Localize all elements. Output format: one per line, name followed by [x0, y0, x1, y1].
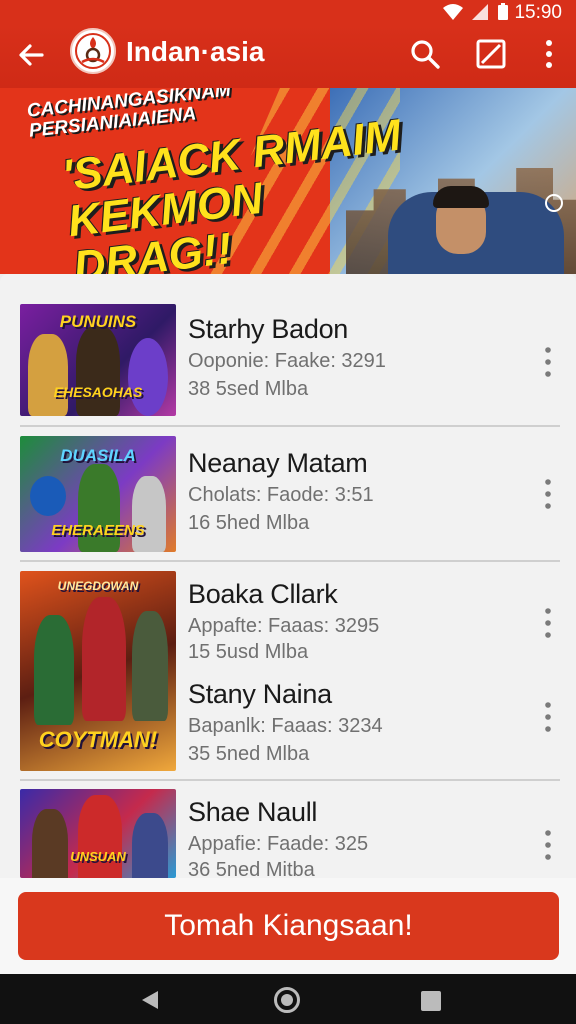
banner-headline: 'SAIACK RMAIM KEKMON DRAG!! [59, 110, 404, 274]
more-vert-icon[interactable] [540, 701, 556, 733]
bottom-action-bar: Tomah Kiangsaan! [0, 878, 576, 974]
thumbnail-subtitle: UNSUAN [70, 849, 126, 864]
item-detail: Appafie: Faade: 325 [188, 833, 369, 855]
nav-home-icon[interactable] [274, 987, 300, 1013]
divider [20, 425, 560, 427]
more-vert-icon[interactable] [540, 346, 556, 378]
divider [20, 779, 560, 781]
item-name: Neanay Matam [188, 448, 368, 478]
nav-recents-icon[interactable] [421, 991, 441, 1011]
banner-indicator-icon [545, 194, 563, 212]
app-logo [70, 28, 116, 74]
promo-banner[interactable]: CACHINANGASIKNAM PERSIANIAIAIENA 'SAIACK… [0, 88, 576, 274]
thumbnail-subtitle: EHERAEENS [51, 522, 145, 539]
item-meta: 15 5usd Mlba [188, 641, 309, 663]
status-icons [442, 3, 510, 21]
item-name: Stany Naina [188, 679, 332, 709]
logo-emblem-icon [75, 33, 111, 69]
item-name: Shae Naull [188, 797, 318, 827]
battery-icon [498, 3, 508, 20]
game-thumbnail: UNSUAN [20, 789, 176, 878]
item-detail: Ooponie: Faake: 3291 [188, 350, 386, 372]
nav-back-icon[interactable] [140, 990, 160, 1010]
item-meta: 36 5ned Mitba [188, 859, 315, 878]
banner-person-hair [433, 186, 489, 208]
item-detail: Bapanlk: Faaas: 3234 [188, 715, 383, 737]
thumbnail-title: UNEGDOWAN [57, 579, 139, 593]
search-icon[interactable] [407, 36, 443, 72]
item-meta: 35 5ned Mlba [188, 743, 310, 765]
thumbnail-subtitle: COYTMAN! [38, 727, 158, 752]
item-meta: 38 5sed Mlba [188, 378, 309, 400]
more-vert-icon[interactable] [531, 36, 567, 72]
item-detail: Cholats: Faode: 3:51 [188, 484, 374, 506]
item-name: Boaka Cllark [188, 579, 338, 609]
status-bar: 15:90 [0, 0, 576, 24]
more-vert-icon[interactable] [540, 478, 556, 510]
item-meta: 16 5hed Mlba [188, 512, 310, 534]
system-nav-bar [0, 974, 576, 1024]
app-bar: Indan·asia [0, 24, 576, 88]
thumbnail-subtitle: EHESAOHAS [53, 384, 143, 400]
thumbnail-title: DUASILA [60, 446, 136, 465]
more-vert-icon[interactable] [540, 829, 556, 861]
status-time: 15:90 [514, 2, 562, 23]
item-name: Starhy Badon [188, 314, 349, 344]
game-thumbnail: DUASILA EHERAEENS [20, 436, 176, 552]
item-detail: Appafte: Faaas: 3295 [188, 615, 380, 637]
divider [20, 560, 560, 562]
game-list: PUNUINS EHESAOHAS Starhy Badon Ooponie: … [0, 274, 576, 878]
app-title: Indan·asia [126, 36, 265, 67]
wifi-icon [443, 4, 463, 20]
primary-cta-button[interactable]: Tomah Kiangsaan! [18, 892, 559, 960]
game-thumbnail: UNEGDOWAN COYTMAN! [20, 571, 176, 771]
thumbnail-title: PUNUINS [59, 312, 137, 331]
signal-icon [472, 4, 488, 20]
edit-icon[interactable] [473, 36, 509, 72]
back-arrow-icon[interactable] [14, 38, 48, 72]
more-vert-icon[interactable] [540, 607, 556, 639]
game-thumbnail: PUNUINS EHESAOHAS [20, 304, 176, 416]
